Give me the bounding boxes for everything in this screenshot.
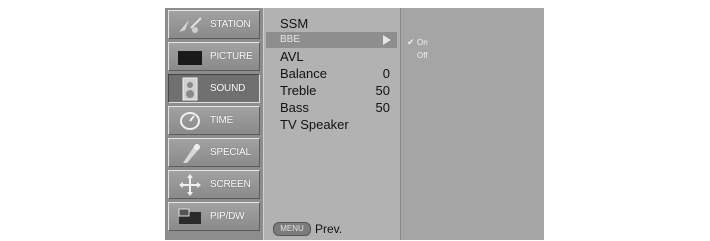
sidebar-item-time[interactable]: TIME: [168, 106, 260, 135]
option-label: Off: [417, 51, 428, 60]
menu-item-value: 50: [375, 83, 390, 98]
sidebar-item-pipdw[interactable]: PIP/DW: [168, 202, 260, 231]
option-label: On: [417, 38, 428, 47]
menu-item-ssm[interactable]: SSM: [266, 16, 397, 32]
sidebar-item-picture[interactable]: PICTURE: [168, 42, 260, 71]
sidebar-item-label: SCREEN: [210, 179, 251, 190]
menu-item-label: SSM: [280, 16, 309, 31]
menu-item-label: Balance: [280, 66, 327, 81]
menu-item-label: Treble: [280, 83, 317, 98]
menu-item-bass[interactable]: Bass 50: [266, 100, 397, 116]
navigation-hint: MENU Prev.: [264, 221, 400, 237]
sound-menu: SSM BBE AVL Balance 0 Treble 50 Bass 50 …: [263, 8, 400, 240]
special-icon: [173, 140, 207, 166]
clock-icon: [173, 108, 207, 134]
option-off[interactable]: Off: [407, 50, 428, 62]
sidebar-item-label: PICTURE: [210, 51, 253, 62]
sidebar-item-label: PIP/DW: [210, 211, 245, 222]
tv-osd-menu: STATION PICTURE SOUND TIME SPECIAL SCREE…: [165, 8, 544, 240]
menu-item-balance[interactable]: Balance 0: [266, 66, 397, 82]
prev-label: Prev.: [315, 222, 343, 236]
menu-item-bbe[interactable]: BBE: [266, 32, 397, 48]
sidebar-item-label: STATION: [210, 19, 251, 30]
menu-item-value: 50: [375, 100, 390, 115]
checkmark-icon: ✔: [407, 37, 415, 47]
speaker-icon: [173, 76, 207, 102]
sidebar-item-label: SPECIAL: [210, 147, 251, 158]
sidebar-item-label: SOUND: [210, 83, 246, 94]
option-on[interactable]: ✔ On: [407, 36, 428, 48]
station-icon: [173, 12, 207, 38]
menu-item-label: TV Speaker: [280, 117, 349, 132]
menu-item-value: 0: [382, 66, 390, 81]
screen-arrows-icon: [173, 172, 207, 198]
sidebar-item-screen[interactable]: SCREEN: [168, 170, 260, 199]
picture-icon: [173, 44, 207, 70]
sidebar-item-special[interactable]: SPECIAL: [168, 138, 260, 167]
pip-icon: [173, 204, 207, 230]
menu-item-label: AVL: [280, 49, 304, 64]
bbe-submenu: ✔ On Off: [400, 8, 544, 240]
arrow-right-icon: [383, 35, 391, 45]
menu-item-label: Bass: [280, 100, 309, 115]
menu-button[interactable]: MENU: [273, 222, 311, 236]
category-sidebar: STATION PICTURE SOUND TIME SPECIAL SCREE…: [165, 8, 263, 240]
menu-item-tv-speaker[interactable]: TV Speaker: [266, 117, 397, 133]
menu-item-treble[interactable]: Treble 50: [266, 83, 397, 99]
sidebar-item-sound[interactable]: SOUND: [168, 74, 260, 103]
sidebar-item-station[interactable]: STATION: [168, 10, 260, 39]
menu-item-label: BBE: [280, 34, 301, 45]
sidebar-item-label: TIME: [210, 115, 234, 126]
menu-item-avl[interactable]: AVL: [266, 49, 397, 65]
